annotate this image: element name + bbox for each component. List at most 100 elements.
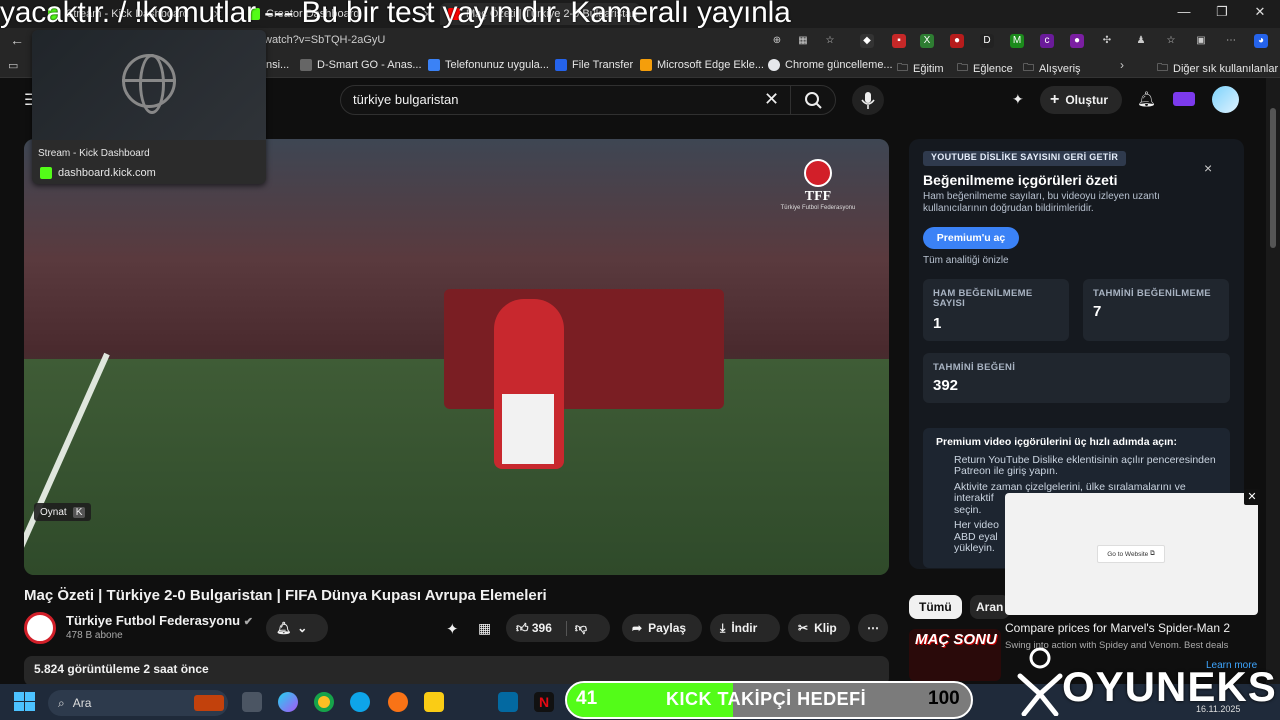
share-button[interactable]: ➦ Paylaş (622, 614, 702, 642)
task-view-icon[interactable] (242, 692, 262, 712)
bookmark-folder[interactable]: 🗀 Alışveriş (1023, 59, 1081, 78)
dislike-button[interactable]: 👎︎ (565, 620, 587, 636)
extension-icon[interactable]: ◆ (860, 34, 874, 48)
close-window-icon[interactable]: ✕ (1242, 4, 1278, 20)
copilot-icon[interactable]: ◕ (1254, 34, 1268, 48)
bookmark-icon[interactable]: ▭ (8, 59, 18, 72)
extension-icon[interactable]: ♟ (1134, 34, 1148, 48)
channel-name[interactable]: Türkiye Futbol Federasyonu ✔ (66, 613, 253, 628)
windows-icon (640, 59, 652, 71)
video-frame-tunnel (444, 289, 724, 409)
collections-icon[interactable]: ▣ (1194, 34, 1208, 48)
verified-icon: ✔ (243, 616, 253, 628)
like-dislike-group: 👍︎ 396 👎︎ (506, 614, 610, 642)
preview-analytics-link[interactable]: Tüm analitiği önizle (923, 255, 1009, 266)
maximize-icon[interactable]: ❐ (1204, 4, 1240, 20)
extension-icon[interactable]: ● (950, 34, 964, 48)
estimated-dislike-card: TAHMİNİ BEĞENİLMEME 7 (1083, 279, 1229, 341)
edge-icon[interactable] (350, 692, 370, 712)
bookmark-item[interactable]: D-Smart GO - Anas... (300, 59, 422, 71)
go-to-website-button[interactable]: Go to Website ⧉ (1097, 545, 1165, 563)
extension-x-icon[interactable]: X (920, 34, 934, 48)
estimated-like-card: TAHMİNİ BEĞENİ 392 (923, 353, 1230, 403)
more-actions-button[interactable]: ⋯ (858, 614, 888, 642)
notifications-bell-icon[interactable]: 🔔︎ (1137, 90, 1156, 108)
extension-d-icon[interactable]: D (980, 34, 994, 48)
steps-title: Premium video içgörülerini üç hızlı adım… (936, 436, 1177, 448)
scrollbar-thumb[interactable] (1270, 108, 1276, 248)
search-icon (805, 92, 822, 109)
more-icon: ⋯ (867, 621, 879, 635)
bookmark-item[interactable]: Microsoft Edge Ekle... (640, 59, 764, 71)
subscribe-bell-button[interactable]: 🔔︎ ⌄ (266, 614, 328, 642)
related-video-thumbnail[interactable]: MAÇ SONU (909, 629, 1001, 681)
extension-icon[interactable] (1173, 92, 1195, 106)
search-icon: ⌕ (58, 695, 65, 710)
scrollbar[interactable] (1266, 78, 1280, 684)
create-button[interactable]: + Oluştur (1040, 86, 1122, 114)
favorite-star-icon[interactable]: ☆ (823, 34, 837, 48)
extension-icon[interactable]: ▪ (892, 34, 906, 48)
bookmark-item[interactable]: Telefonunuz uygula... (428, 59, 549, 71)
taskbar-clock: 16.11.2025 (1196, 704, 1241, 714)
video-title: Maç Özeti | Türkiye 2-0 Bulgaristan | FI… (24, 587, 547, 604)
extension-icon[interactable]: ✦ (1012, 91, 1024, 108)
like-button[interactable]: 👍︎ 396 (516, 621, 552, 636)
channel-avatar[interactable] (24, 612, 56, 644)
windows-start-icon[interactable] (14, 692, 36, 712)
bookmark-folder[interactable]: 🗀 Eğitim (897, 59, 944, 78)
chrome-icon (768, 59, 780, 71)
search-input[interactable]: türkiye bulgaristan (353, 92, 459, 107)
tab-hover-preview: Stream - Kick Dashboard dashboard.kick.c… (32, 30, 266, 184)
download-button[interactable]: ⤓ İndir (710, 614, 780, 642)
close-icon[interactable]: × (1204, 160, 1212, 176)
preview-title: Stream - Kick Dashboard (38, 148, 150, 159)
microphone-icon (861, 92, 875, 109)
bookmark-folder[interactable]: 🗀 Eğlence (957, 59, 1013, 78)
chip-related[interactable]: Aran (970, 595, 1010, 619)
apps-icon[interactable]: ▦ (796, 34, 810, 48)
ad-title[interactable]: Compare prices for Marvel's Spider-Man 2 (1005, 621, 1230, 635)
avatar[interactable] (1212, 86, 1239, 113)
dislike-description: Ham beğenilmeme sayıları, bu videoyu izl… (923, 191, 1160, 214)
more-icon[interactable]: ⋯ (1224, 34, 1238, 48)
clear-icon[interactable]: ✕ (764, 89, 779, 110)
back-icon[interactable]: ← (10, 32, 24, 48)
bookmark-folder[interactable]: 🗀 Diğer sık kullanılanlar (1157, 59, 1278, 78)
bookmark-item[interactable]: nsi... (266, 59, 289, 71)
scissors-icon: ✂ (798, 621, 809, 635)
chevron-right-icon[interactable]: › (1120, 58, 1124, 72)
extension-icon[interactable]: M (1010, 34, 1024, 48)
voice-search-button[interactable] (852, 85, 884, 115)
bookmark-item[interactable]: Chrome güncelleme... (768, 59, 893, 71)
video-player[interactable]: TFF Türkiye Futbol Federasyonu (24, 139, 889, 575)
url-field[interactable]: watch?v=SbTQH-2aGyU (264, 34, 385, 46)
copilot-icon[interactable] (278, 692, 298, 712)
extension-icon[interactable]: c (1040, 34, 1054, 48)
puzzle-icon[interactable]: ✣ (1100, 34, 1114, 48)
bookmark-item[interactable]: File Transfer (555, 59, 633, 71)
translate-icon[interactable]: ⊕ (770, 34, 784, 48)
clip-button[interactable]: ✂ Klip (788, 614, 850, 642)
favorites-icon[interactable]: ☆ (1164, 34, 1178, 48)
taskbar-search[interactable]: ⌕ Ara (48, 690, 228, 716)
file-explorer-icon[interactable] (424, 692, 444, 712)
outlook-icon[interactable] (498, 692, 518, 712)
bell-icon: 🔔︎ (276, 621, 292, 635)
extension-icon[interactable]: ✦ (446, 620, 459, 638)
chip-all[interactable]: Tümü (909, 595, 962, 619)
preview-url: dashboard.kick.com (40, 167, 156, 179)
minimize-icon[interactable]: — (1166, 4, 1202, 19)
open-premium-button[interactable]: Premium'u aç (923, 227, 1019, 249)
raw-dislike-card: HAM BEĞENİLMEME SAYISI 1 (923, 279, 1069, 341)
site-icon (555, 59, 567, 71)
oyuneks-logo-icon (1017, 647, 1063, 716)
chrome-icon[interactable] (314, 692, 334, 712)
tff-watermark: TFF Türkiye Futbol Federasyonu (768, 159, 868, 211)
firefox-icon[interactable] (388, 692, 408, 712)
close-icon[interactable]: ✕ (1244, 489, 1260, 505)
extension-icon[interactable]: ● (1070, 34, 1084, 48)
search-button[interactable] (790, 86, 836, 114)
netflix-icon[interactable]: N (534, 692, 554, 712)
apps-icon[interactable]: ▦ (478, 620, 491, 637)
